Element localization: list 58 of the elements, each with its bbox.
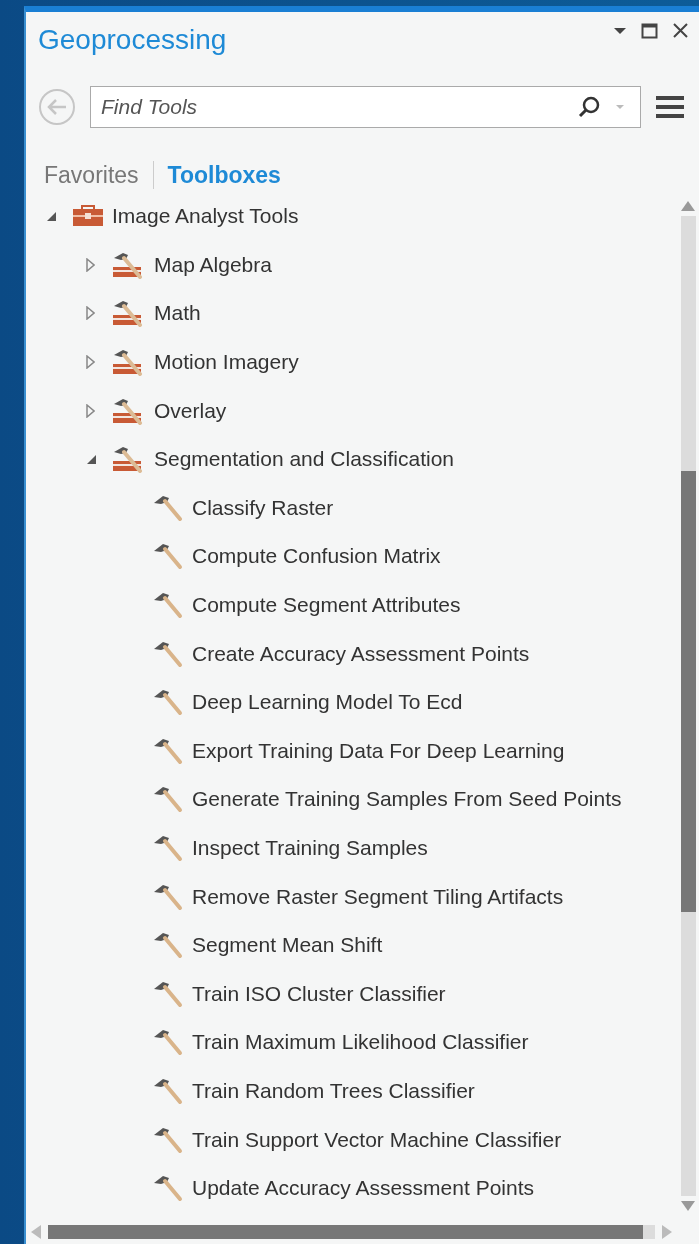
tree-item[interactable]: Export Training Data For Deep Learning xyxy=(192,738,565,763)
tree-item[interactable]: Update Accuracy Assessment Points xyxy=(192,1176,534,1201)
close-icon[interactable] xyxy=(672,22,689,39)
scroll-down-icon[interactable] xyxy=(680,1200,696,1212)
tree-item[interactable]: Segmentation and Classification xyxy=(154,447,454,472)
tree-item[interactable]: Map Algebra xyxy=(154,252,272,277)
menu-icon[interactable] xyxy=(655,94,685,120)
caret-icon[interactable] xyxy=(615,104,625,110)
hammer-icon xyxy=(152,1077,184,1105)
hammer-icon xyxy=(152,639,184,668)
hammer-icon xyxy=(152,688,184,717)
collapse-arrow-icon[interactable] xyxy=(46,210,57,222)
tree-item[interactable]: Deep Learning Model To Ecd xyxy=(192,690,463,715)
tree-item[interactable]: Image Analyst Tools xyxy=(112,204,299,229)
hammer-icon xyxy=(152,493,184,522)
search-field[interactable]: Find Tools xyxy=(90,86,641,128)
hammer-icon xyxy=(152,591,184,620)
tree-item[interactable]: Math xyxy=(154,301,201,326)
scroll-left-icon[interactable] xyxy=(30,1224,42,1240)
tree-item[interactable]: Train ISO Cluster Classifier xyxy=(192,981,446,1006)
tree-item[interactable]: Generate Training Samples From Seed Points xyxy=(192,787,622,812)
hammer-icon xyxy=(152,834,184,862)
scroll-right-icon[interactable] xyxy=(661,1224,673,1240)
hammer-icon xyxy=(152,1125,184,1154)
tree-item[interactable]: Compute Confusion Matrix xyxy=(192,544,441,569)
tree-item[interactable]: Train Maximum Likelihood Classifier xyxy=(192,1030,529,1055)
tree-item[interactable]: Compute Segment Attributes xyxy=(192,593,461,618)
pane-title: Geoprocessing xyxy=(38,24,227,56)
tree-item[interactable]: Classify Raster xyxy=(192,495,334,520)
tree-item[interactable]: Motion Imagery xyxy=(154,350,299,375)
hammer-icon xyxy=(152,1174,184,1203)
dropdown-icon[interactable] xyxy=(613,26,627,35)
expand-arrow-icon[interactable] xyxy=(86,306,95,321)
scroll-up-icon[interactable] xyxy=(680,200,696,212)
scrollbar-thumb[interactable] xyxy=(680,470,696,912)
expand-arrow-icon[interactable] xyxy=(86,257,95,272)
expand-arrow-icon[interactable] xyxy=(86,403,95,418)
toolbox-icon xyxy=(72,205,104,228)
hammer-icon xyxy=(152,785,184,814)
tree-item[interactable]: Create Accuracy Assessment Points xyxy=(192,641,530,666)
tree-item[interactable]: Train Random Trees Classifier xyxy=(192,1079,475,1103)
tree-item[interactable]: Overlay xyxy=(154,398,227,423)
tree-item[interactable]: Train Support Vector Machine Classifier xyxy=(192,1127,562,1152)
hammer-icon xyxy=(152,542,184,571)
tree-item[interactable]: Remove Raster Segment Tiling Artifacts xyxy=(192,884,564,909)
hammer-icon xyxy=(152,931,184,960)
hammer-icon xyxy=(152,979,184,1008)
maximize-icon[interactable] xyxy=(641,22,658,39)
search-icon[interactable] xyxy=(577,95,601,119)
collapse-arrow-icon[interactable] xyxy=(86,453,97,465)
expand-arrow-icon[interactable] xyxy=(86,355,95,370)
hammer-icon xyxy=(152,736,184,765)
hammer-icon xyxy=(152,1028,184,1057)
tree-item[interactable]: Inspect Training Samples xyxy=(192,836,428,860)
scrollbar-thumb[interactable] xyxy=(48,1225,643,1239)
tab[interactable]: Favorites xyxy=(44,161,139,189)
tree-item[interactable]: Segment Mean Shift xyxy=(192,933,383,958)
hammer-icon xyxy=(152,882,184,911)
